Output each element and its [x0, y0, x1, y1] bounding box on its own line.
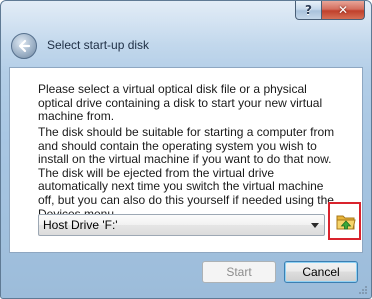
dialog-title: Select start-up disk	[47, 38, 150, 52]
choose-disk-file-button[interactable]	[335, 211, 357, 233]
close-button[interactable]: ✕	[322, 1, 365, 20]
close-icon: ✕	[337, 3, 349, 17]
drive-select[interactable]: Host Drive 'F:'	[38, 214, 325, 236]
caption-buttons: ? ✕	[295, 1, 365, 20]
start-button[interactable]: Start	[202, 261, 276, 283]
dialog-window: ? ✕ Select start-up disk Please select a…	[0, 0, 372, 299]
back-button[interactable]	[11, 33, 37, 59]
back-arrow-icon	[18, 39, 31, 53]
help-icon: ?	[305, 3, 312, 17]
instruction-text: Please select a virtual optical disk fil…	[38, 82, 323, 124]
drive-select-value: Host Drive 'F:'	[43, 218, 118, 232]
description-text: The disk should be suitable for starting…	[38, 125, 335, 220]
cancel-button[interactable]: Cancel	[284, 261, 358, 283]
chevron-down-icon	[306, 222, 324, 228]
folder-open-icon	[336, 215, 356, 230]
help-button[interactable]: ?	[295, 1, 322, 20]
content-panel: Please select a virtual optical disk fil…	[9, 67, 363, 253]
resize-grip-icon[interactable]	[358, 285, 368, 295]
